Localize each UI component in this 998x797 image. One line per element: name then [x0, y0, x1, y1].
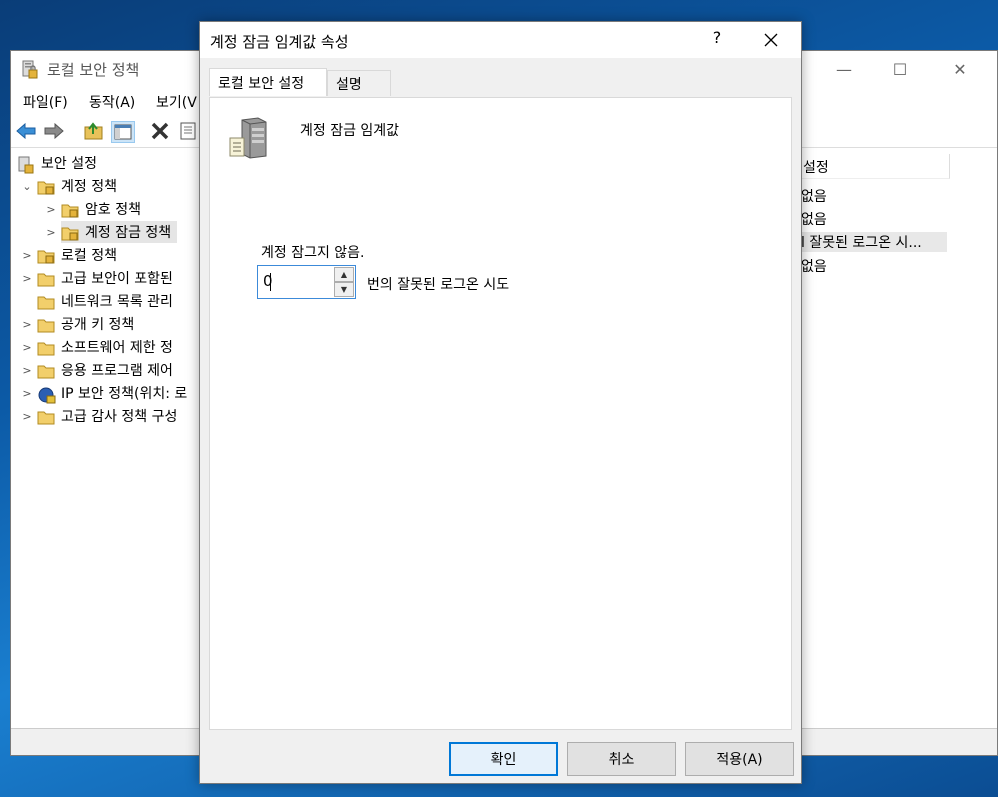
tab-panel: 계정 잠금 임계값 계정 잠그지 않음. 0 ▲ ▼ 번의 잘못된 로그온 시도	[209, 97, 792, 730]
list-item[interactable]: 없음	[801, 209, 827, 229]
chevron-right-icon[interactable]: >	[45, 226, 57, 239]
locked-folder-icon	[61, 225, 79, 240]
tree-item-account-policies[interactable]: ⌄ 계정 정책	[21, 175, 117, 197]
folder-icon	[37, 271, 55, 286]
tree-item-label: 로컬 정책	[61, 248, 117, 264]
tab-local-security-setting[interactable]: 로컬 보안 설정	[209, 68, 327, 96]
account-lockout-threshold-dialog: 계정 잠금 임계값 속성 ? 로컬 보안 설정 설명 계정 잠금 임계값 계정 …	[199, 21, 802, 784]
forward-arrow-icon[interactable]	[43, 121, 65, 141]
dialog-title-bar[interactable]: 계정 잠금 임계값 속성 ?	[200, 22, 801, 58]
folder-icon	[37, 340, 55, 355]
back-arrow-icon[interactable]	[15, 121, 37, 141]
ip-security-icon	[37, 386, 56, 403]
tree-item-label: 소프트웨어 제한 정	[61, 340, 173, 356]
locked-folder-icon	[37, 179, 55, 194]
chevron-right-icon[interactable]: >	[21, 387, 33, 400]
tree-item-label: IP 보안 정책(위치: 로	[61, 386, 188, 402]
tree-item-label: 계정 정책	[61, 179, 117, 195]
tree-item-label: 응용 프로그램 제어	[61, 363, 173, 379]
spin-up-button[interactable]: ▲	[334, 267, 354, 282]
tree-item-account-lockout-policy[interactable]: > 계정 잠금 정책	[45, 221, 178, 243]
policy-name: 계정 잠금 임계값	[300, 123, 400, 139]
menu-view[interactable]: 보기(V	[156, 92, 197, 112]
list-item[interactable]: 없음	[801, 256, 827, 276]
locked-folder-icon	[61, 202, 79, 217]
spin-down-button[interactable]: ▼	[334, 282, 354, 297]
close-dialog-button[interactable]	[748, 22, 794, 58]
maximize-button[interactable]: ☐	[877, 51, 923, 87]
dialog-title: 계정 잠금 임계값 속성	[210, 33, 349, 51]
tree-item-advanced-firewall[interactable]: > 고급 보안이 포함된	[21, 267, 173, 289]
tab-explain[interactable]: 설명	[327, 70, 391, 96]
security-policy-icon	[21, 60, 39, 84]
tree-item-advanced-audit[interactable]: > 고급 감사 정책 구성	[21, 405, 177, 427]
close-icon	[764, 33, 778, 47]
tree-item-label: 고급 감사 정책 구성	[61, 409, 178, 425]
tree-item-label: 고급 보안이 포함된	[61, 271, 173, 287]
menu-file[interactable]: 파일(F)	[23, 92, 68, 112]
minimize-button[interactable]: —	[821, 51, 867, 87]
tree-item-label: 보안 설정	[41, 156, 97, 172]
tree-item-label: 계정 잠금 정책	[85, 225, 172, 241]
tree-item-network-list[interactable]: 네트워크 목록 관리	[21, 290, 173, 312]
help-button[interactable]: ?	[706, 28, 728, 50]
main-window-title: 로컬 보안 정책	[47, 61, 140, 79]
lockout-status-label: 계정 잠그지 않음.	[261, 245, 365, 261]
threshold-suffix: 번의 잘못된 로그온 시도	[367, 277, 510, 293]
delete-icon[interactable]	[149, 121, 171, 141]
folder-icon	[37, 363, 55, 378]
folder-icon	[37, 317, 55, 332]
server-policy-icon	[228, 116, 270, 164]
chevron-down-icon[interactable]: ⌄	[21, 180, 33, 193]
policy-settings-list: 설정 없음 없음 l 잘못된 로그온 시... 없음	[801, 148, 997, 708]
tree-item-public-key[interactable]: > 공개 키 정책	[21, 313, 134, 335]
text-caret	[270, 273, 271, 291]
chevron-right-icon[interactable]: >	[21, 410, 33, 423]
chevron-right-icon[interactable]: >	[21, 272, 33, 285]
apply-button[interactable]: 적용(A)	[685, 742, 794, 776]
navigation-tree: 보안 설정 ⌄ 계정 정책 > 암호 정책 > 계정 잠금 정책 > 로컬 정책…	[11, 148, 202, 728]
tree-item-label: 암호 정책	[85, 202, 141, 218]
list-item-selected[interactable]: l 잘못된 로그온 시...	[801, 232, 947, 252]
chevron-right-icon[interactable]: >	[21, 249, 33, 262]
properties-icon[interactable]	[177, 121, 199, 141]
tree-item-ip-security[interactable]: > IP 보안 정책(위치: 로	[21, 382, 187, 404]
tree-item-local-policies[interactable]: > 로컬 정책	[21, 244, 117, 266]
chevron-right-icon[interactable]: >	[21, 364, 33, 377]
tree-item-label: 네트워크 목록 관리	[61, 294, 173, 310]
chevron-right-icon[interactable]: >	[21, 341, 33, 354]
locked-folder-icon	[37, 248, 55, 263]
chevron-right-icon[interactable]: >	[45, 203, 57, 216]
tree-item-label: 공개 키 정책	[61, 317, 135, 333]
show-hide-tree-icon[interactable]	[111, 121, 135, 143]
up-folder-icon[interactable]	[83, 121, 105, 141]
cancel-button[interactable]: 취소	[567, 742, 676, 776]
menu-action[interactable]: 동작(A)	[89, 92, 135, 112]
security-settings-icon	[17, 156, 35, 173]
tree-item-password-policy[interactable]: > 암호 정책	[45, 198, 141, 220]
threshold-value[interactable]: 0	[263, 272, 273, 290]
list-item[interactable]: 없음	[801, 186, 827, 206]
tree-item-security-settings[interactable]: 보안 설정	[17, 152, 97, 174]
tree-item-app-control[interactable]: > 응용 프로그램 제어	[21, 359, 173, 381]
folder-icon	[37, 409, 55, 424]
close-main-button[interactable]: ✕	[937, 51, 983, 87]
column-header-setting[interactable]: 설정	[801, 154, 950, 179]
selected-tree-item[interactable]: 계정 잠금 정책	[61, 221, 178, 243]
tree-item-software-restriction[interactable]: > 소프트웨어 제한 정	[21, 336, 173, 358]
threshold-spinbox[interactable]: 0 ▲ ▼	[257, 265, 356, 299]
ok-button[interactable]: 확인	[449, 742, 558, 776]
chevron-right-icon[interactable]: >	[21, 318, 33, 331]
folder-icon	[37, 294, 55, 309]
